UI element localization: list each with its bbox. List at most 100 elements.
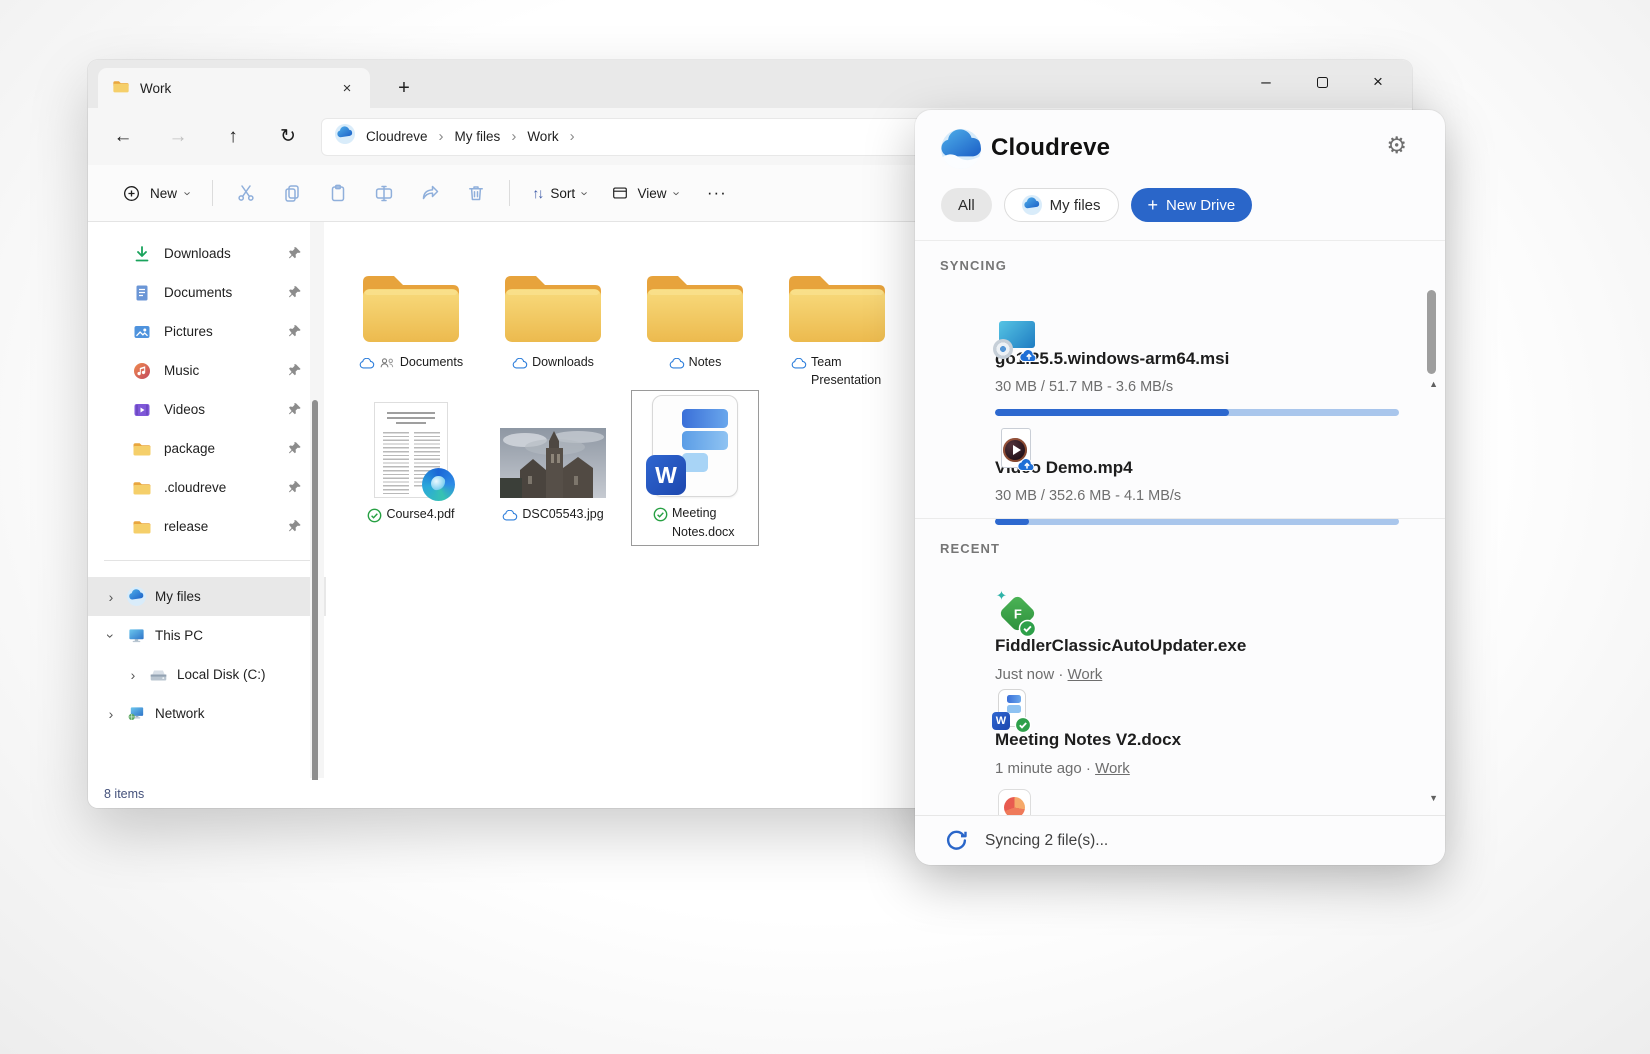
sidebar-item-label: Local Disk (C:): [177, 667, 266, 682]
progress-bar-fill: [995, 518, 1029, 525]
scroll-down-icon[interactable]: ▼: [1429, 793, 1438, 803]
recent-file-location-link[interactable]: Work: [1068, 666, 1103, 683]
back-button[interactable]: ←: [106, 120, 140, 154]
more-options-button[interactable]: ···: [691, 183, 743, 203]
panel-scrollbar-thumb[interactable]: [1427, 290, 1436, 374]
syncing-file-name: Video Demo.mp4: [995, 457, 1381, 479]
tab-strip: Work × + – ×: [88, 60, 1412, 108]
rename-button[interactable]: [361, 175, 407, 211]
recent-file-location-link[interactable]: Work: [1095, 760, 1130, 777]
gear-icon[interactable]: ⚙: [1386, 134, 1407, 157]
filter-all-chip[interactable]: All: [941, 188, 992, 222]
delete-button[interactable]: [453, 175, 499, 211]
recent-file-time: Just now: [995, 666, 1054, 683]
sort-button[interactable]: ↑↓ Sort ›: [520, 175, 599, 211]
sidebar-item-documents[interactable]: Documents: [88, 273, 326, 312]
cloudreve-panel: Cloudreve ⚙ All My files + New Drive SYN…: [915, 110, 1445, 865]
folder-tile-documents[interactable]: Documents: [340, 242, 482, 390]
scissors-icon: [236, 183, 256, 203]
tab-title: Work: [140, 81, 171, 96]
folder-icon: [132, 519, 152, 535]
refresh-button[interactable]: ↻: [271, 120, 305, 154]
scroll-up-icon[interactable]: ▲: [1429, 379, 1438, 389]
item-count: 8 items: [104, 787, 144, 801]
sidebar-item-my-files[interactable]: › My files: [88, 577, 326, 616]
view-button[interactable]: View ›: [599, 175, 690, 211]
sidebar-item-cloudreve-folder[interactable]: .cloudreve: [88, 468, 326, 507]
chevron-down-icon: ›: [669, 191, 684, 195]
video-file-icon: [995, 428, 1037, 470]
forward-button[interactable]: →: [161, 120, 195, 154]
sidebar-item-this-pc[interactable]: › This PC: [88, 616, 326, 655]
word-logo: W: [646, 455, 686, 495]
syncing-item-msi[interactable]: go1.25.5.windows-arm64.msi 30 MB / 51.7 …: [941, 306, 1381, 416]
minimize-button[interactable]: –: [1238, 60, 1294, 104]
maximize-button[interactable]: [1294, 60, 1350, 104]
recent-item-fiddler[interactable]: ✦ F FiddlerClassicAutoUpdater.exe Just n…: [941, 589, 1381, 684]
file-name: DSC05543.jpg: [522, 505, 603, 524]
maximize-icon: [1317, 77, 1328, 88]
sidebar-item-label: release: [164, 519, 208, 534]
up-button[interactable]: ↑: [216, 120, 250, 154]
file-tile-meeting-notes-docx[interactable]: W Meeting Notes.docx: [624, 390, 766, 548]
sidebar-scrollbar-thumb[interactable]: [312, 400, 318, 795]
desktop: Work × + – × ← → ↑ ↻ Cloudreve: [0, 0, 1650, 1054]
sidebar-item-downloads[interactable]: Downloads: [88, 234, 326, 273]
cloud-status-icon: [502, 508, 518, 527]
copy-icon: [282, 183, 302, 203]
new-button[interactable]: New ›: [110, 175, 202, 211]
documents-icon: [132, 283, 152, 303]
fiddler-exe-icon: ✦ F: [995, 591, 1039, 637]
syncing-file-progress-text: 30 MB / 352.6 MB - 4.1 MB/s: [995, 487, 1381, 505]
disc-icon: [993, 339, 1013, 359]
share-button[interactable]: [407, 175, 453, 211]
word-file-icon: W: [995, 689, 1029, 731]
paste-button[interactable]: [315, 175, 361, 211]
new-drive-label: New Drive: [1166, 197, 1235, 214]
sidebar-item-videos[interactable]: Videos: [88, 390, 326, 429]
chevron-down-icon[interactable]: ›: [103, 629, 119, 643]
chevron-right-icon[interactable]: ›: [104, 706, 118, 722]
pin-icon: [288, 324, 302, 341]
sidebar-item-local-disk-c[interactable]: › Local Disk (C:): [88, 655, 326, 694]
chevron-right-icon[interactable]: ›: [126, 667, 140, 683]
chevron-right-icon[interactable]: ›: [104, 589, 118, 605]
sparkle-icon: ✦: [996, 588, 1007, 604]
breadcrumb-root[interactable]: Cloudreve: [366, 129, 428, 144]
view-icon: [611, 184, 629, 202]
breadcrumb-work[interactable]: Work: [527, 129, 558, 144]
new-drive-button[interactable]: + New Drive: [1131, 188, 1253, 222]
cloudreve-logo-icon: [335, 124, 355, 149]
filter-my-files-chip[interactable]: My files: [1004, 188, 1119, 222]
circle-plus-icon: [122, 184, 141, 203]
cloud-status-icon: [669, 356, 685, 375]
sidebar-item-package[interactable]: package: [88, 429, 326, 468]
photo-thumbnail: [500, 428, 606, 498]
recent-section-header: RECENT: [940, 541, 1000, 556]
close-button[interactable]: ×: [1350, 60, 1406, 104]
sidebar-item-network[interactable]: › Network: [88, 694, 326, 733]
sidebar-item-label: This PC: [155, 628, 203, 643]
tab-close-icon[interactable]: ×: [334, 75, 360, 101]
folder-tile-team-presentation[interactable]: Team Presentation: [766, 242, 908, 390]
sidebar-item-pictures[interactable]: Pictures: [88, 312, 326, 351]
syncing-section-header: SYNCING: [940, 258, 1007, 273]
folder-tile-downloads[interactable]: Downloads: [482, 242, 624, 390]
new-tab-button[interactable]: +: [384, 68, 424, 108]
sidebar-item-release[interactable]: release: [88, 507, 326, 546]
cut-button[interactable]: [223, 175, 269, 211]
recent-item-meeting-notes[interactable]: W Meeting Notes V2.docx 1 minute ago · W…: [941, 687, 1381, 778]
tab-work[interactable]: Work ×: [98, 68, 370, 108]
copy-button[interactable]: [269, 175, 315, 211]
new-button-label: New: [150, 186, 177, 201]
recent-item-presentation[interactable]: Presentation.pptx: [941, 787, 1381, 815]
sidebar-item-music[interactable]: Music: [88, 351, 326, 390]
divider: [212, 180, 213, 206]
folder-tile-notes[interactable]: Notes: [624, 242, 766, 390]
syncing-item-video[interactable]: Video Demo.mp4 30 MB / 352.6 MB - 4.1 MB…: [941, 415, 1381, 525]
file-tile-course4-pdf[interactable]: Course4.pdf: [340, 390, 482, 548]
sidebar-scrollbar[interactable]: [310, 222, 324, 778]
recent-file-name: Meeting Notes V2.docx: [995, 729, 1381, 751]
breadcrumb-my-files[interactable]: My files: [455, 129, 501, 144]
file-tile-dsc05543-jpg[interactable]: DSC05543.jpg: [482, 390, 624, 548]
